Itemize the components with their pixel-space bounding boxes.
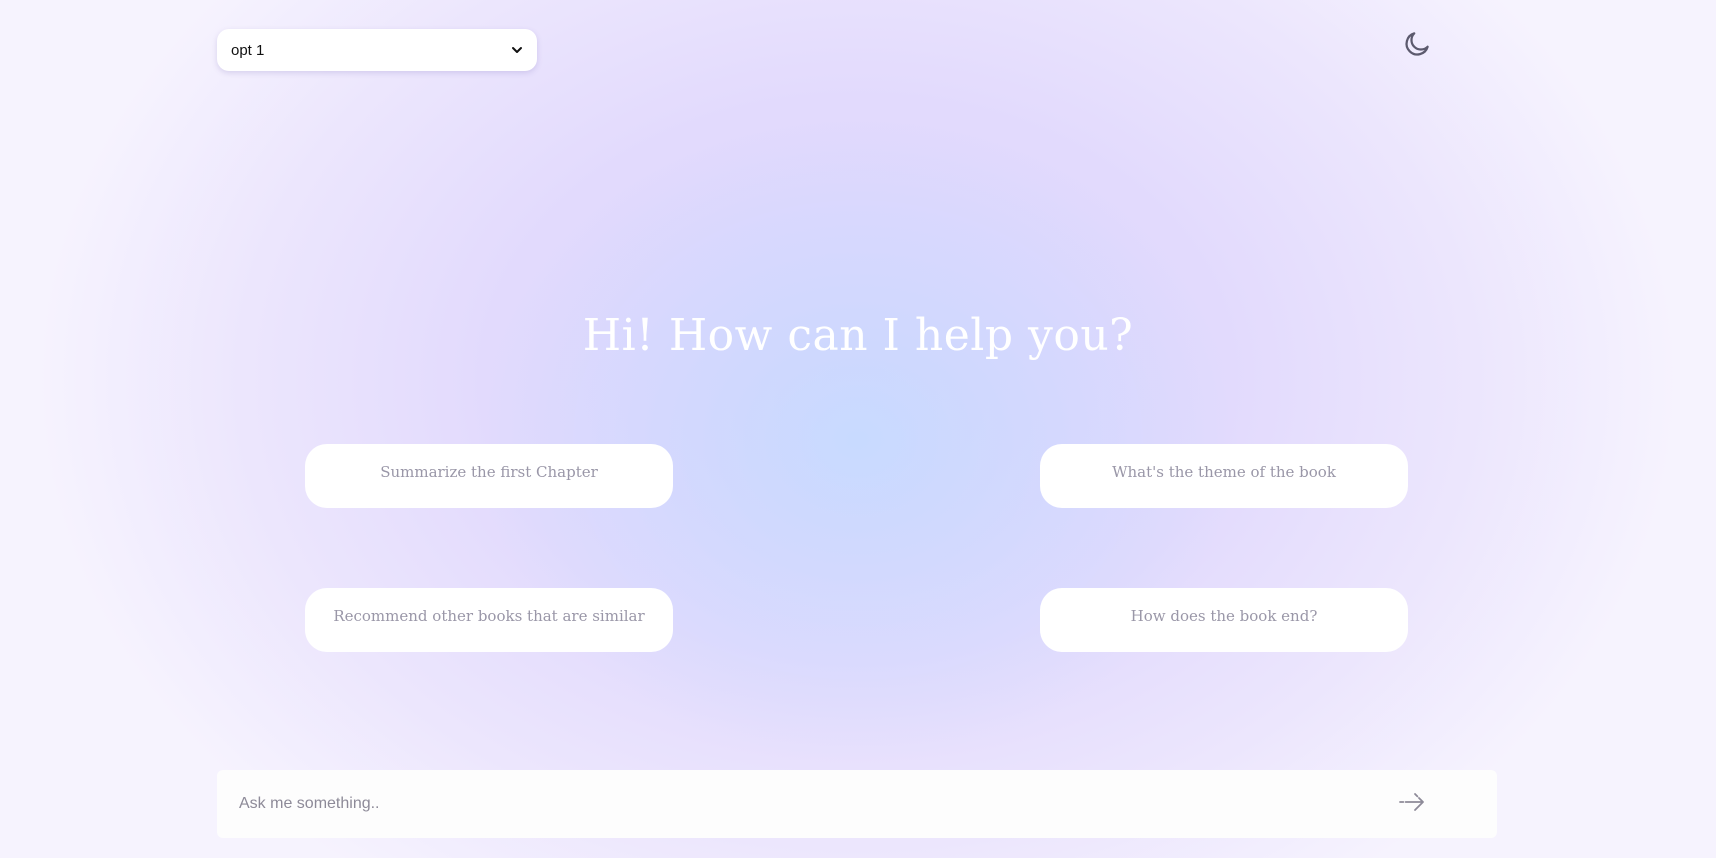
suggestion-recommend-button[interactable]: Recommend other books that are similar [305, 588, 673, 652]
chevron-down-icon [511, 44, 523, 56]
suggestion-summarize-button[interactable]: Summarize the first Chapter [305, 444, 673, 508]
suggestion-label: How does the book end? [1130, 607, 1318, 625]
suggestion-theme-button[interactable]: What's the theme of the book [1040, 444, 1408, 508]
arrow-right-icon [1398, 788, 1426, 820]
send-button[interactable] [1395, 787, 1429, 821]
suggestion-label: Summarize the first Chapter [380, 463, 598, 481]
theme-toggle-button[interactable] [1400, 29, 1434, 63]
suggestion-label: Recommend other books that are similar [333, 607, 645, 625]
chat-bar [217, 770, 1497, 838]
page-title: Hi! How can I help you? [582, 310, 1134, 361]
model-select-value: opt 1 [231, 41, 265, 59]
suggestion-ending-button[interactable]: How does the book end? [1040, 588, 1408, 652]
model-select[interactable]: opt 1 [217, 29, 537, 71]
suggestion-label: What's the theme of the book [1112, 463, 1336, 481]
moon-icon [1402, 29, 1432, 63]
chat-input[interactable] [237, 783, 1395, 825]
